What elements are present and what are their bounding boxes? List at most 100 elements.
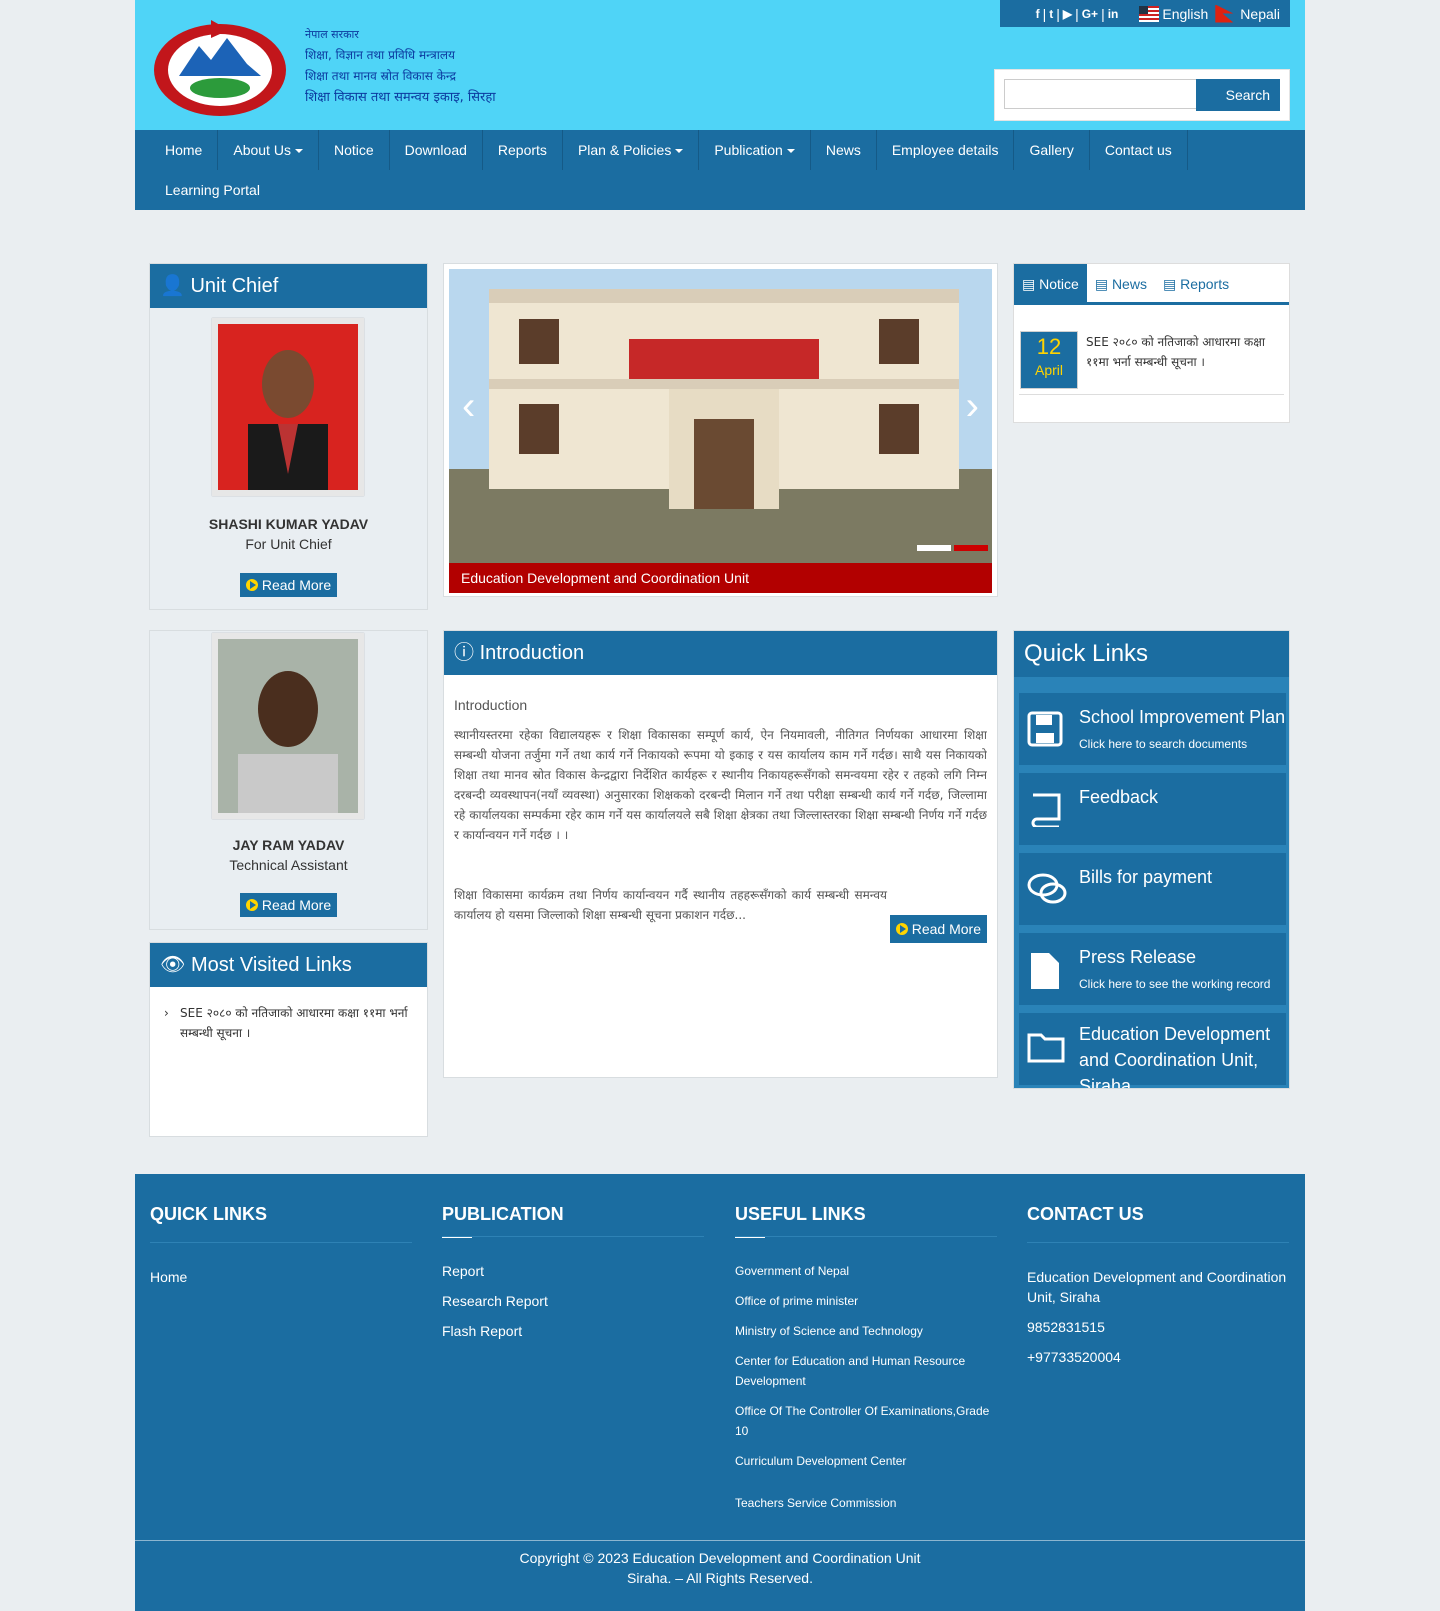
notice-item-link[interactable]: SEE २०८० को नतिजाको आधारमा कक्षा ११मा भर… — [1086, 332, 1281, 372]
quick-link-feedback[interactable]: Feedback — [1019, 773, 1286, 845]
book-icon — [1031, 793, 1061, 827]
facebook-icon[interactable]: f — [1036, 7, 1040, 21]
footer-link-government-of-nepal[interactable]: Government of Nepal — [735, 1261, 997, 1281]
twitter-icon[interactable]: t — [1049, 7, 1053, 21]
footer-link-curriculum-development-center[interactable]: Curriculum Development Center — [735, 1451, 997, 1471]
quick-link-subtitle: Click here to see the working record — [1079, 977, 1271, 991]
tab-news[interactable]: ▤ News — [1087, 264, 1155, 302]
nav-news[interactable]: News — [811, 130, 877, 170]
newspaper-icon: ▤ — [1094, 276, 1109, 292]
copyright-line-2: Siraha. – All Rights Reserved. — [627, 1570, 813, 1586]
introduction-panel: ⓘ Introduction Introduction स्थानीयस्तरम… — [443, 630, 998, 1078]
nepal-flag-icon[interactable] — [1215, 4, 1234, 23]
quick-link-subtitle: Click here to search documents — [1079, 737, 1248, 751]
nav-learning-portal[interactable]: Learning Portal — [150, 170, 275, 210]
footer-link-controller-of-examinations[interactable]: Office Of The Controller Of Examinations… — [735, 1401, 997, 1441]
site-footer: QUICK LINKS Home PUBLICATION Report Rese… — [135, 1174, 1305, 1611]
unit-chief-header: 👤 Unit Chief — [150, 264, 427, 308]
chevron-right-icon: › — [164, 1006, 169, 1020]
slider-caption: Education Development and Coordination U… — [449, 563, 992, 593]
technical-assistant-read-more-button[interactable]: Read More — [239, 893, 338, 917]
footer-contact-phone: 9852831515 — [1027, 1319, 1105, 1335]
quick-link-title: Press Release — [1079, 947, 1197, 967]
nav-plan-policies[interactable]: Plan & Policies — [563, 130, 700, 170]
footer-link-cehrd[interactable]: Center for Education and Human Resource … — [735, 1351, 997, 1391]
footer-link-flash-report[interactable]: Flash Report — [442, 1321, 704, 1341]
play-circle-icon — [245, 899, 258, 911]
footer-contact-organization: Education Development and Coordination U… — [1027, 1269, 1287, 1305]
nepal-emblem-logo[interactable] — [149, 16, 292, 120]
unit-chief-name: SHASHI KUMAR YADAV — [208, 516, 369, 532]
notice-month: April — [1034, 362, 1063, 378]
quick-links-header: Quick Links — [1014, 631, 1289, 677]
google-plus-icon[interactable]: G+ — [1082, 7, 1098, 21]
most-visited-panel: 👁 Most Visited Links › SEE २०८० को नतिजाक… — [149, 942, 428, 1137]
file-icon — [1031, 953, 1059, 989]
nav-home[interactable]: Home — [150, 130, 219, 170]
image-slider: ‹ › Education Development and Coordinati… — [443, 263, 998, 597]
tab-notice[interactable]: ▤ Notice — [1014, 264, 1087, 302]
footer-publication: PUBLICATION Report Research Report Flash… — [442, 1204, 704, 1351]
lang-nepali-link[interactable]: Nepali — [1240, 6, 1280, 22]
nav-notice[interactable]: Notice — [319, 130, 390, 170]
nav-download[interactable]: Download — [390, 130, 483, 170]
user-icon: 👤 — [160, 275, 185, 297]
search-input[interactable] — [1004, 79, 1197, 109]
technical-assistant-name: JAY RAM YADAV — [232, 837, 345, 853]
slider-next-arrow[interactable]: › — [966, 384, 979, 429]
site-header: नेपाल सरकार शिक्षा, विज्ञान तथा प्रविधि … — [135, 0, 1305, 130]
footer-link-report[interactable]: Report — [442, 1261, 704, 1281]
gov-line-1: नेपाल सरकार — [305, 28, 359, 41]
footer-link-research-report[interactable]: Research Report — [442, 1291, 704, 1311]
footer-link-office-of-prime-minister[interactable]: Office of prime minister — [735, 1291, 997, 1311]
slider-image — [449, 269, 992, 563]
divider — [442, 1236, 704, 1237]
youtube-icon[interactable]: ▶ — [1063, 7, 1072, 21]
folder-icon — [1027, 1033, 1065, 1063]
nav-about-us[interactable]: About Us — [218, 130, 319, 170]
us-flag-icon[interactable] — [1139, 5, 1160, 22]
caret-down-icon — [786, 149, 795, 154]
quick-link-bills-for-payment[interactable]: Bills for payment — [1019, 853, 1286, 925]
caret-down-icon — [294, 149, 303, 154]
divider — [735, 1236, 997, 1237]
nav-publication[interactable]: Publication — [699, 130, 811, 170]
nav-reports[interactable]: Reports — [483, 130, 563, 170]
footer-contact-phone: +97733520004 — [1027, 1349, 1121, 1365]
play-circle-icon — [245, 579, 258, 591]
introduction-subtitle: Introduction — [454, 697, 528, 713]
quick-link-edcu-siraha[interactable]: Education Development and Coordination U… — [1019, 1013, 1286, 1088]
tab-reports[interactable]: ▤ Reports — [1155, 264, 1237, 302]
most-visited-item[interactable]: › SEE २०८० को नतिजाको आधारमा कक्षा ११मा भ… — [150, 987, 427, 1043]
search-box: Search — [994, 69, 1290, 121]
notice-news-tabs: ▤ Notice ▤ News ▤ Reports 12 April SEE २… — [1013, 263, 1290, 423]
introduction-read-more-button[interactable]: Read More — [889, 915, 987, 943]
footer-link-teachers-service-commission[interactable]: Teachers Service Commission — [735, 1493, 997, 1513]
footer-publication-title: PUBLICATION — [442, 1204, 564, 1224]
most-visited-header: 👁 Most Visited Links — [150, 943, 427, 987]
slider-prev-arrow[interactable]: ‹ — [462, 384, 475, 429]
footer-link-ministry-science-technology[interactable]: Ministry of Science and Technology — [735, 1321, 997, 1341]
newspaper-icon: ▤ — [1162, 276, 1177, 292]
quick-link-press-release[interactable]: Press Release Click here to see the work… — [1019, 933, 1286, 1005]
lang-english-link[interactable]: English — [1162, 6, 1208, 22]
nav-contact-us[interactable]: Contact us — [1090, 130, 1188, 170]
technical-assistant-panel: JAY RAM YADAV Technical Assistant Read M… — [149, 630, 428, 930]
quick-link-school-improvement-plan[interactable]: School Improvement Plan Click here to se… — [1019, 693, 1286, 765]
unit-chief-role: For Unit Chief — [245, 536, 332, 552]
nav-employee-details[interactable]: Employee details — [877, 130, 1015, 170]
footer-link-home[interactable]: Home — [150, 1267, 412, 1287]
technical-assistant-role: Technical Assistant — [229, 857, 348, 873]
copyright-line-1: Copyright © 2023 Education Development a… — [519, 1550, 921, 1566]
unit-chief-read-more-button[interactable]: Read More — [239, 573, 338, 597]
divider — [1027, 1242, 1289, 1243]
comments-icon — [1027, 873, 1067, 904]
footer-useful-links-title: USEFUL LINKS — [735, 1204, 866, 1224]
search-button[interactable]: Search — [1196, 79, 1280, 111]
linkedin-icon[interactable]: in — [1108, 7, 1119, 21]
divider — [1019, 394, 1284, 395]
social-language-bar: f | t | ▶ | G+ | in English Nepali — [1000, 0, 1290, 27]
nav-gallery[interactable]: Gallery — [1014, 130, 1090, 170]
play-circle-icon — [895, 923, 908, 935]
government-title-block: नेपाल सरकार शिक्षा, विज्ञान तथा प्रविधि … — [305, 24, 496, 108]
